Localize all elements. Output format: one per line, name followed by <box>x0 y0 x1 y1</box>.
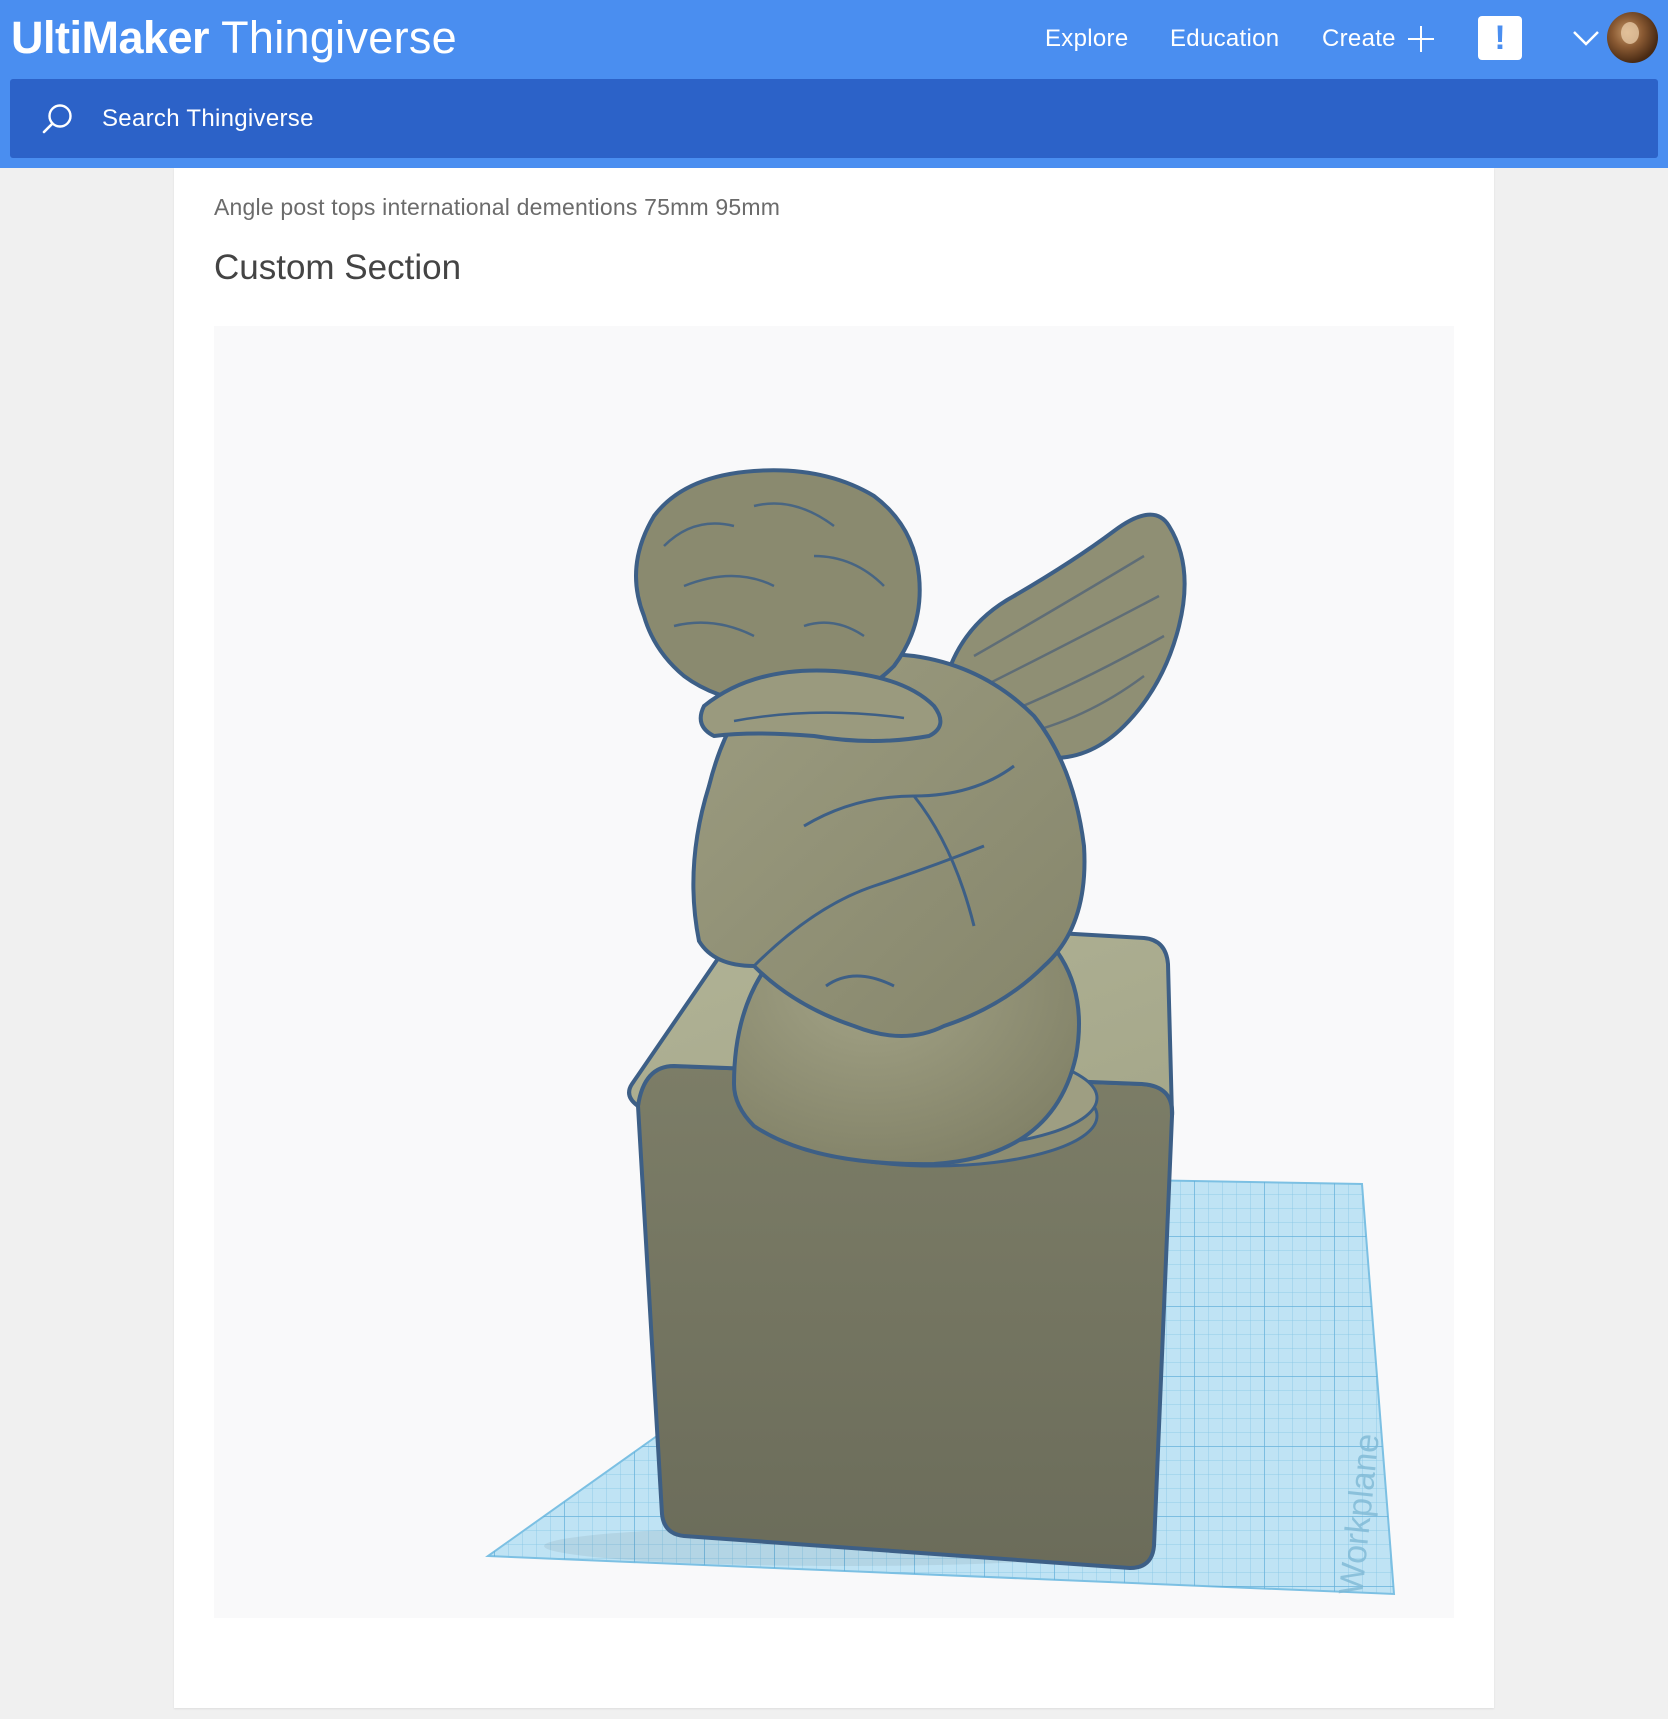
nav-explore[interactable]: Explore <box>1045 18 1128 60</box>
thing-description: Angle post tops international dementions… <box>214 194 781 220</box>
model-render: Workplane <box>485 468 1396 1597</box>
top-header: UltiMaker Thingiverse Explore Education … <box>0 0 1668 168</box>
logo-brand-bold: UltiMaker <box>11 12 210 63</box>
plus-icon <box>1407 26 1434 52</box>
nav-education[interactable]: Education <box>1170 18 1279 60</box>
nav-create-label: Create <box>1322 25 1396 52</box>
notifications-button[interactable]: ! <box>1478 16 1522 60</box>
site-logo[interactable]: UltiMaker Thingiverse <box>11 12 457 64</box>
content-card: Angle post tops international dementions… <box>174 168 1494 1708</box>
search-bar <box>10 79 1658 158</box>
nav-create[interactable]: Create <box>1322 18 1434 60</box>
search-icon[interactable] <box>40 101 76 137</box>
model-preview-image[interactable]: Workplane <box>214 326 1454 1618</box>
user-avatar[interactable] <box>1607 12 1658 63</box>
logo-brand-light: Thingiverse <box>221 12 457 63</box>
section-title: Custom Section <box>214 248 462 287</box>
chevron-down-icon[interactable] <box>1572 28 1600 48</box>
angel-head <box>634 468 922 709</box>
search-input[interactable] <box>92 79 1652 158</box>
exclamation-icon: ! <box>1494 19 1506 57</box>
